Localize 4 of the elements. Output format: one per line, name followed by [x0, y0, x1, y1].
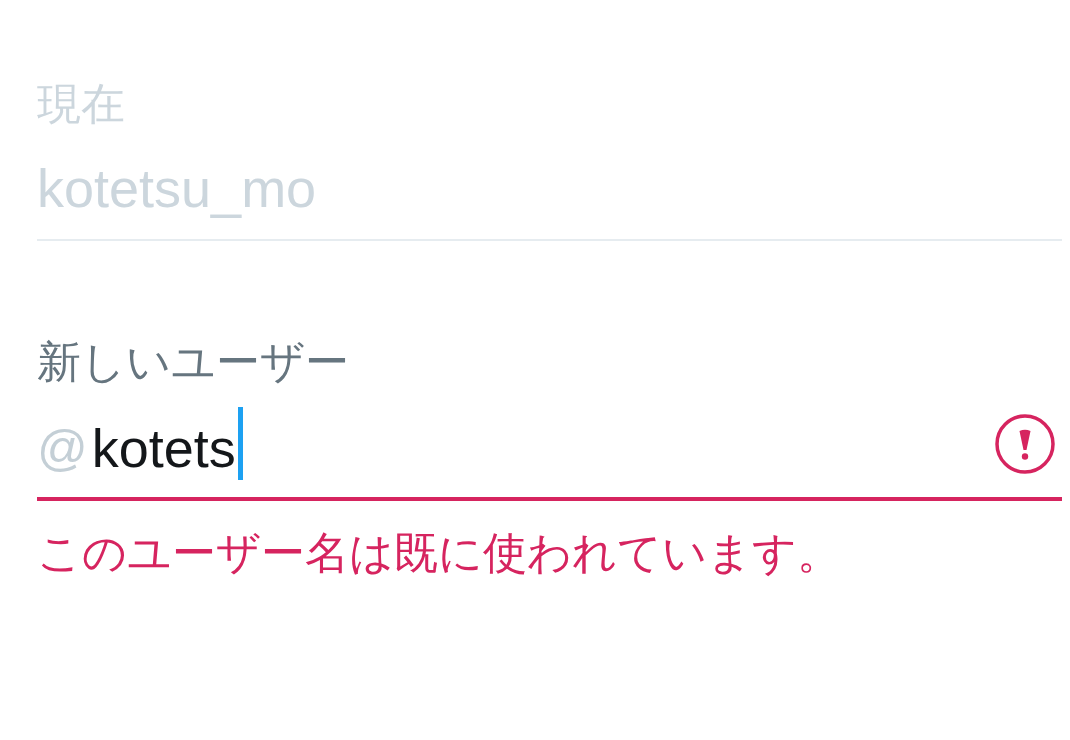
- username-input-field[interactable]: @kotets: [37, 388, 1062, 501]
- error-message: このユーザー名は既に使われています。: [37, 527, 841, 579]
- alert-icon: [995, 413, 1055, 474]
- field-label: 新しいユーザー: [37, 336, 349, 388]
